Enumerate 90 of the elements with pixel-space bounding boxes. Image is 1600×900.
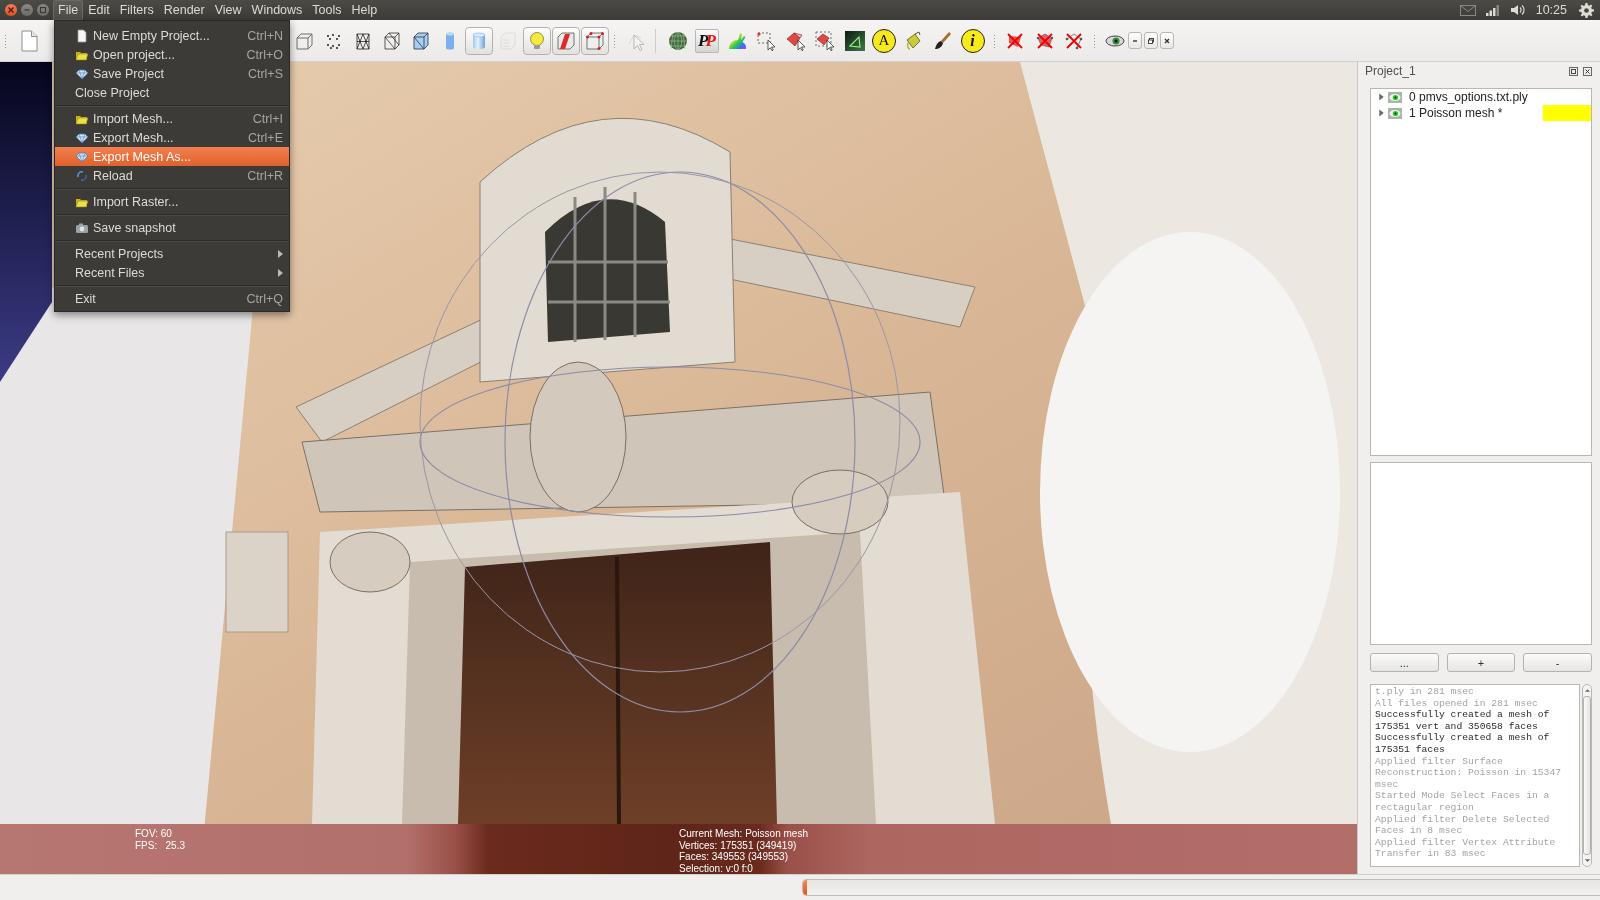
reload-icon [75, 168, 89, 183]
clock-text[interactable]: 10:25 [1535, 3, 1567, 17]
log-entry: t.ply in 281 msec [1375, 686, 1475, 698]
letter-a-button[interactable]: A [872, 28, 896, 53]
menu-bar-item[interactable]: Edit [83, 0, 115, 20]
mesh-info-text: Faces: 349553 (349553) [679, 851, 789, 863]
layer-name: Poisson mesh * [1419, 106, 1503, 120]
trackball-drawing[interactable] [419, 171, 921, 713]
shortcut-text: Ctrl+S [247, 66, 283, 81]
envelope-icon[interactable] [1459, 4, 1476, 16]
add-button[interactable]: + [1446, 653, 1516, 672]
menu-item[interactable]: Import Mesh... Ctrl+I [55, 109, 289, 128]
current-layer-marker [1543, 105, 1591, 121]
menu-item[interactable]: Save Project Ctrl+S [55, 64, 289, 83]
menu-item[interactable]: Close Project [55, 83, 289, 102]
maximize-icon [39, 6, 47, 14]
shortcut-text: Ctrl+N [247, 28, 283, 43]
menu-bar-item[interactable]: Windows [246, 0, 308, 20]
minimize-button[interactable] [1128, 32, 1142, 49]
menu-item[interactable]: Reload Ctrl+R [55, 166, 289, 185]
render-stat-text: FOV: 60 [135, 828, 173, 840]
menu-item[interactable]: New Empty Project... Ctrl+N [55, 26, 289, 45]
window-close-button[interactable] [5, 4, 17, 16]
gem-icon [75, 130, 89, 145]
close-icon [7, 6, 15, 14]
mesh-info-text: Vertices: 175351 (349419) [679, 839, 798, 851]
log-entry: Successfully created a mesh of 175351 faces [1375, 732, 1551, 756]
remove-button[interactable]: - [1523, 653, 1592, 672]
menu-bar-item[interactable]: Filters [114, 0, 159, 20]
shortcut-text: Ctrl+Q [246, 291, 283, 306]
log-entry: Successfully created a mesh of 175351 vert and 350658 faces [1375, 709, 1551, 733]
volume-icon[interactable] [1509, 4, 1526, 16]
info-button[interactable]: i [960, 28, 985, 53]
menu-bar-item[interactable]: File [53, 0, 84, 20]
window-minimize-button[interactable] [21, 4, 33, 16]
window-maximize-button[interactable] [37, 4, 49, 16]
log-entry: All files opened in 281 msec [1375, 697, 1539, 710]
gem-icon [75, 66, 89, 81]
minimize-icon [23, 6, 31, 14]
layer-index: 0 [1409, 90, 1417, 104]
submenu-arrow-icon [278, 268, 283, 277]
eye-icon[interactable] [1388, 91, 1402, 103]
eye-icon[interactable] [1388, 107, 1402, 119]
scroll-up-icon[interactable] [1583, 687, 1591, 693]
scroll-down-icon[interactable] [1583, 858, 1591, 864]
shortcut-text: Ctrl+O [246, 47, 283, 62]
menu-bar-item[interactable]: View [209, 0, 247, 20]
float-button[interactable] [1569, 66, 1578, 76]
page-icon [75, 28, 89, 43]
mesh-info-text: Current Mesh: Poisson mesh [679, 828, 808, 840]
layer-row[interactable]: 1 Poisson mesh * [1371, 105, 1591, 121]
log-entry: Applied filter Delete Selected Faces in 8 msec [1375, 813, 1551, 837]
scrollbar-thumb[interactable] [1583, 696, 1591, 855]
close-button[interactable] [1160, 32, 1174, 49]
layer-index: 1 [1409, 106, 1417, 120]
close-button[interactable] [1583, 66, 1592, 76]
float-icon [1569, 66, 1578, 76]
ellipsis-button[interactable]: ... [1370, 653, 1439, 672]
menu-item[interactable]: Export Mesh... Ctrl+E [55, 128, 289, 147]
close-icon [1583, 66, 1592, 76]
menu-item[interactable]: Exit Ctrl+Q [55, 289, 289, 308]
expand-arrow-icon[interactable] [1378, 109, 1385, 117]
menu-item[interactable]: Save snapshot [55, 218, 289, 237]
layer-name: pmvs_options.txt.ply [1419, 90, 1528, 104]
submenu-arrow-icon [278, 249, 283, 258]
gear-icon[interactable] [1579, 2, 1594, 18]
panel-title: Project_1 [1365, 64, 1416, 78]
menu-item[interactable]: Import Raster... [55, 192, 289, 211]
log-entry: Started Mode Select Faces in a rectagular region [1375, 790, 1551, 814]
shortcut-text: Ctrl+I [252, 111, 283, 126]
signal-icon[interactable] [1485, 4, 1500, 16]
scrollbar[interactable] [1582, 684, 1592, 867]
restore-icon [1146, 35, 1156, 46]
pp-button[interactable]: PP [695, 28, 719, 53]
log-entry: Applied filter Vertex Attribute Transfer in 83 msec [1375, 836, 1557, 860]
menu-item[interactable]: Recent Files [55, 263, 289, 282]
menu-bar-item[interactable]: Render [158, 0, 210, 20]
log-entry: Applied filter Surface Reconstruction: Poisson in 15347 msec [1375, 755, 1563, 791]
menu-bar-item[interactable]: Help [346, 0, 383, 20]
menu-bar-item[interactable]: Tools [307, 0, 347, 20]
layer-row[interactable]: 0 pmvs_options.txt.ply [1371, 89, 1591, 105]
menu-item[interactable]: Open project... Ctrl+O [55, 45, 289, 64]
menu-item[interactable]: Recent Projects [55, 244, 289, 263]
shortcut-text: Ctrl+E [247, 130, 283, 145]
shortcut-text: Ctrl+R [247, 168, 283, 183]
restore-button[interactable] [1144, 32, 1158, 49]
gem-icon [75, 149, 89, 164]
render-stat-text: FPS: 25.3 [135, 839, 187, 851]
expand-arrow-icon[interactable] [1378, 93, 1385, 101]
mesh-info-text: Selection: v:0 f:0 [679, 862, 754, 874]
